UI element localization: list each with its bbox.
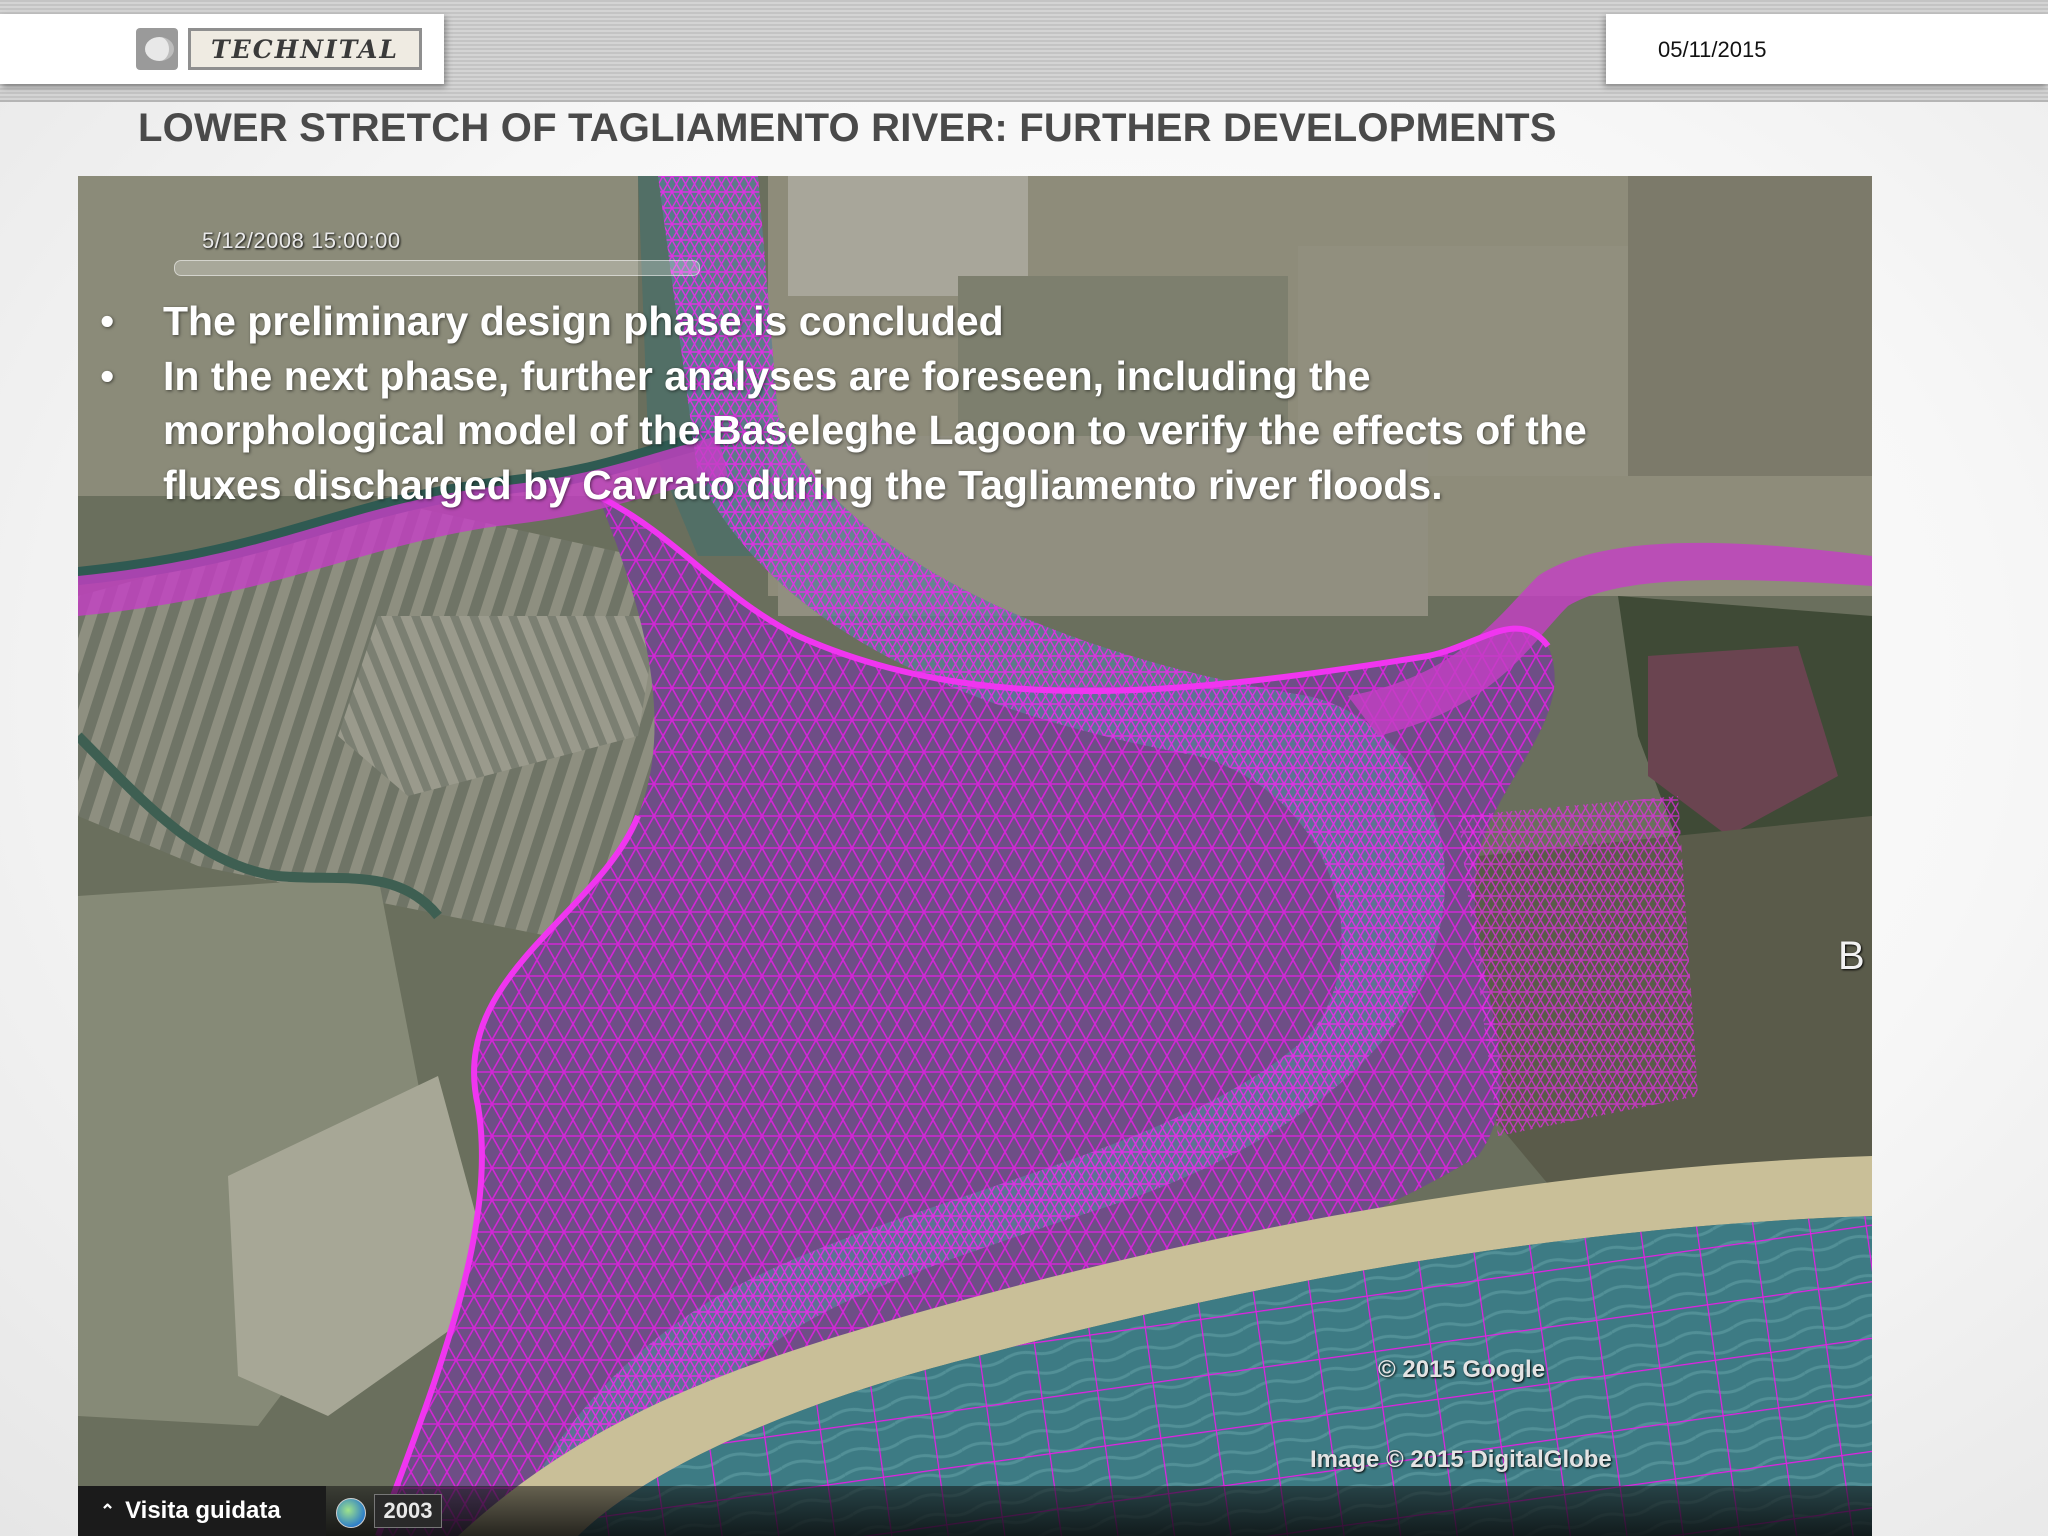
- chevron-up-icon: ⌃: [100, 1500, 116, 1521]
- google-copyright: © 2015 Google: [1378, 1356, 1546, 1383]
- map-bottom-bar: ⌃ Visita guidata 2003: [78, 1486, 1872, 1536]
- bullet-item: • The preliminary design phase is conclu…: [78, 294, 1598, 349]
- bullet-list: • The preliminary design phase is conclu…: [78, 294, 1598, 512]
- globe-icon[interactable]: [336, 1498, 366, 1528]
- bullet-item: • In the next phase, further analyses ar…: [78, 349, 1598, 513]
- imagery-copyright: Image © 2015 DigitalGlobe: [1310, 1446, 1612, 1473]
- historical-year-badge[interactable]: 2003: [374, 1494, 442, 1528]
- bullet-symbol: •: [100, 352, 115, 399]
- guided-tour-button[interactable]: ⌃ Visita guidata: [78, 1486, 326, 1536]
- guided-tour-label: Visita guidata: [125, 1497, 281, 1524]
- bullet-text: In the next phase, further analyses are …: [163, 352, 1587, 508]
- satellite-map: 5/12/2008 15:00:00 • The preliminary des…: [78, 176, 1872, 1536]
- map-place-label: B: [1838, 934, 1865, 978]
- map-timestamp: 5/12/2008 15:00:00: [202, 228, 401, 253]
- logo: TECHNITAL: [0, 14, 444, 84]
- bullet-text: The preliminary design phase is conclude…: [163, 298, 1004, 344]
- date-box: 05/11/2015: [1606, 14, 2048, 84]
- technital-logo-icon: [136, 28, 178, 70]
- time-slider[interactable]: [174, 260, 700, 276]
- logo-wordmark: TECHNITAL: [188, 28, 422, 70]
- bullet-symbol: •: [100, 298, 115, 344]
- slide-title: LOWER STRETCH OF TAGLIAMENTO RIVER: FURT…: [138, 106, 1557, 150]
- slide-date: 05/11/2015: [1658, 37, 1767, 62]
